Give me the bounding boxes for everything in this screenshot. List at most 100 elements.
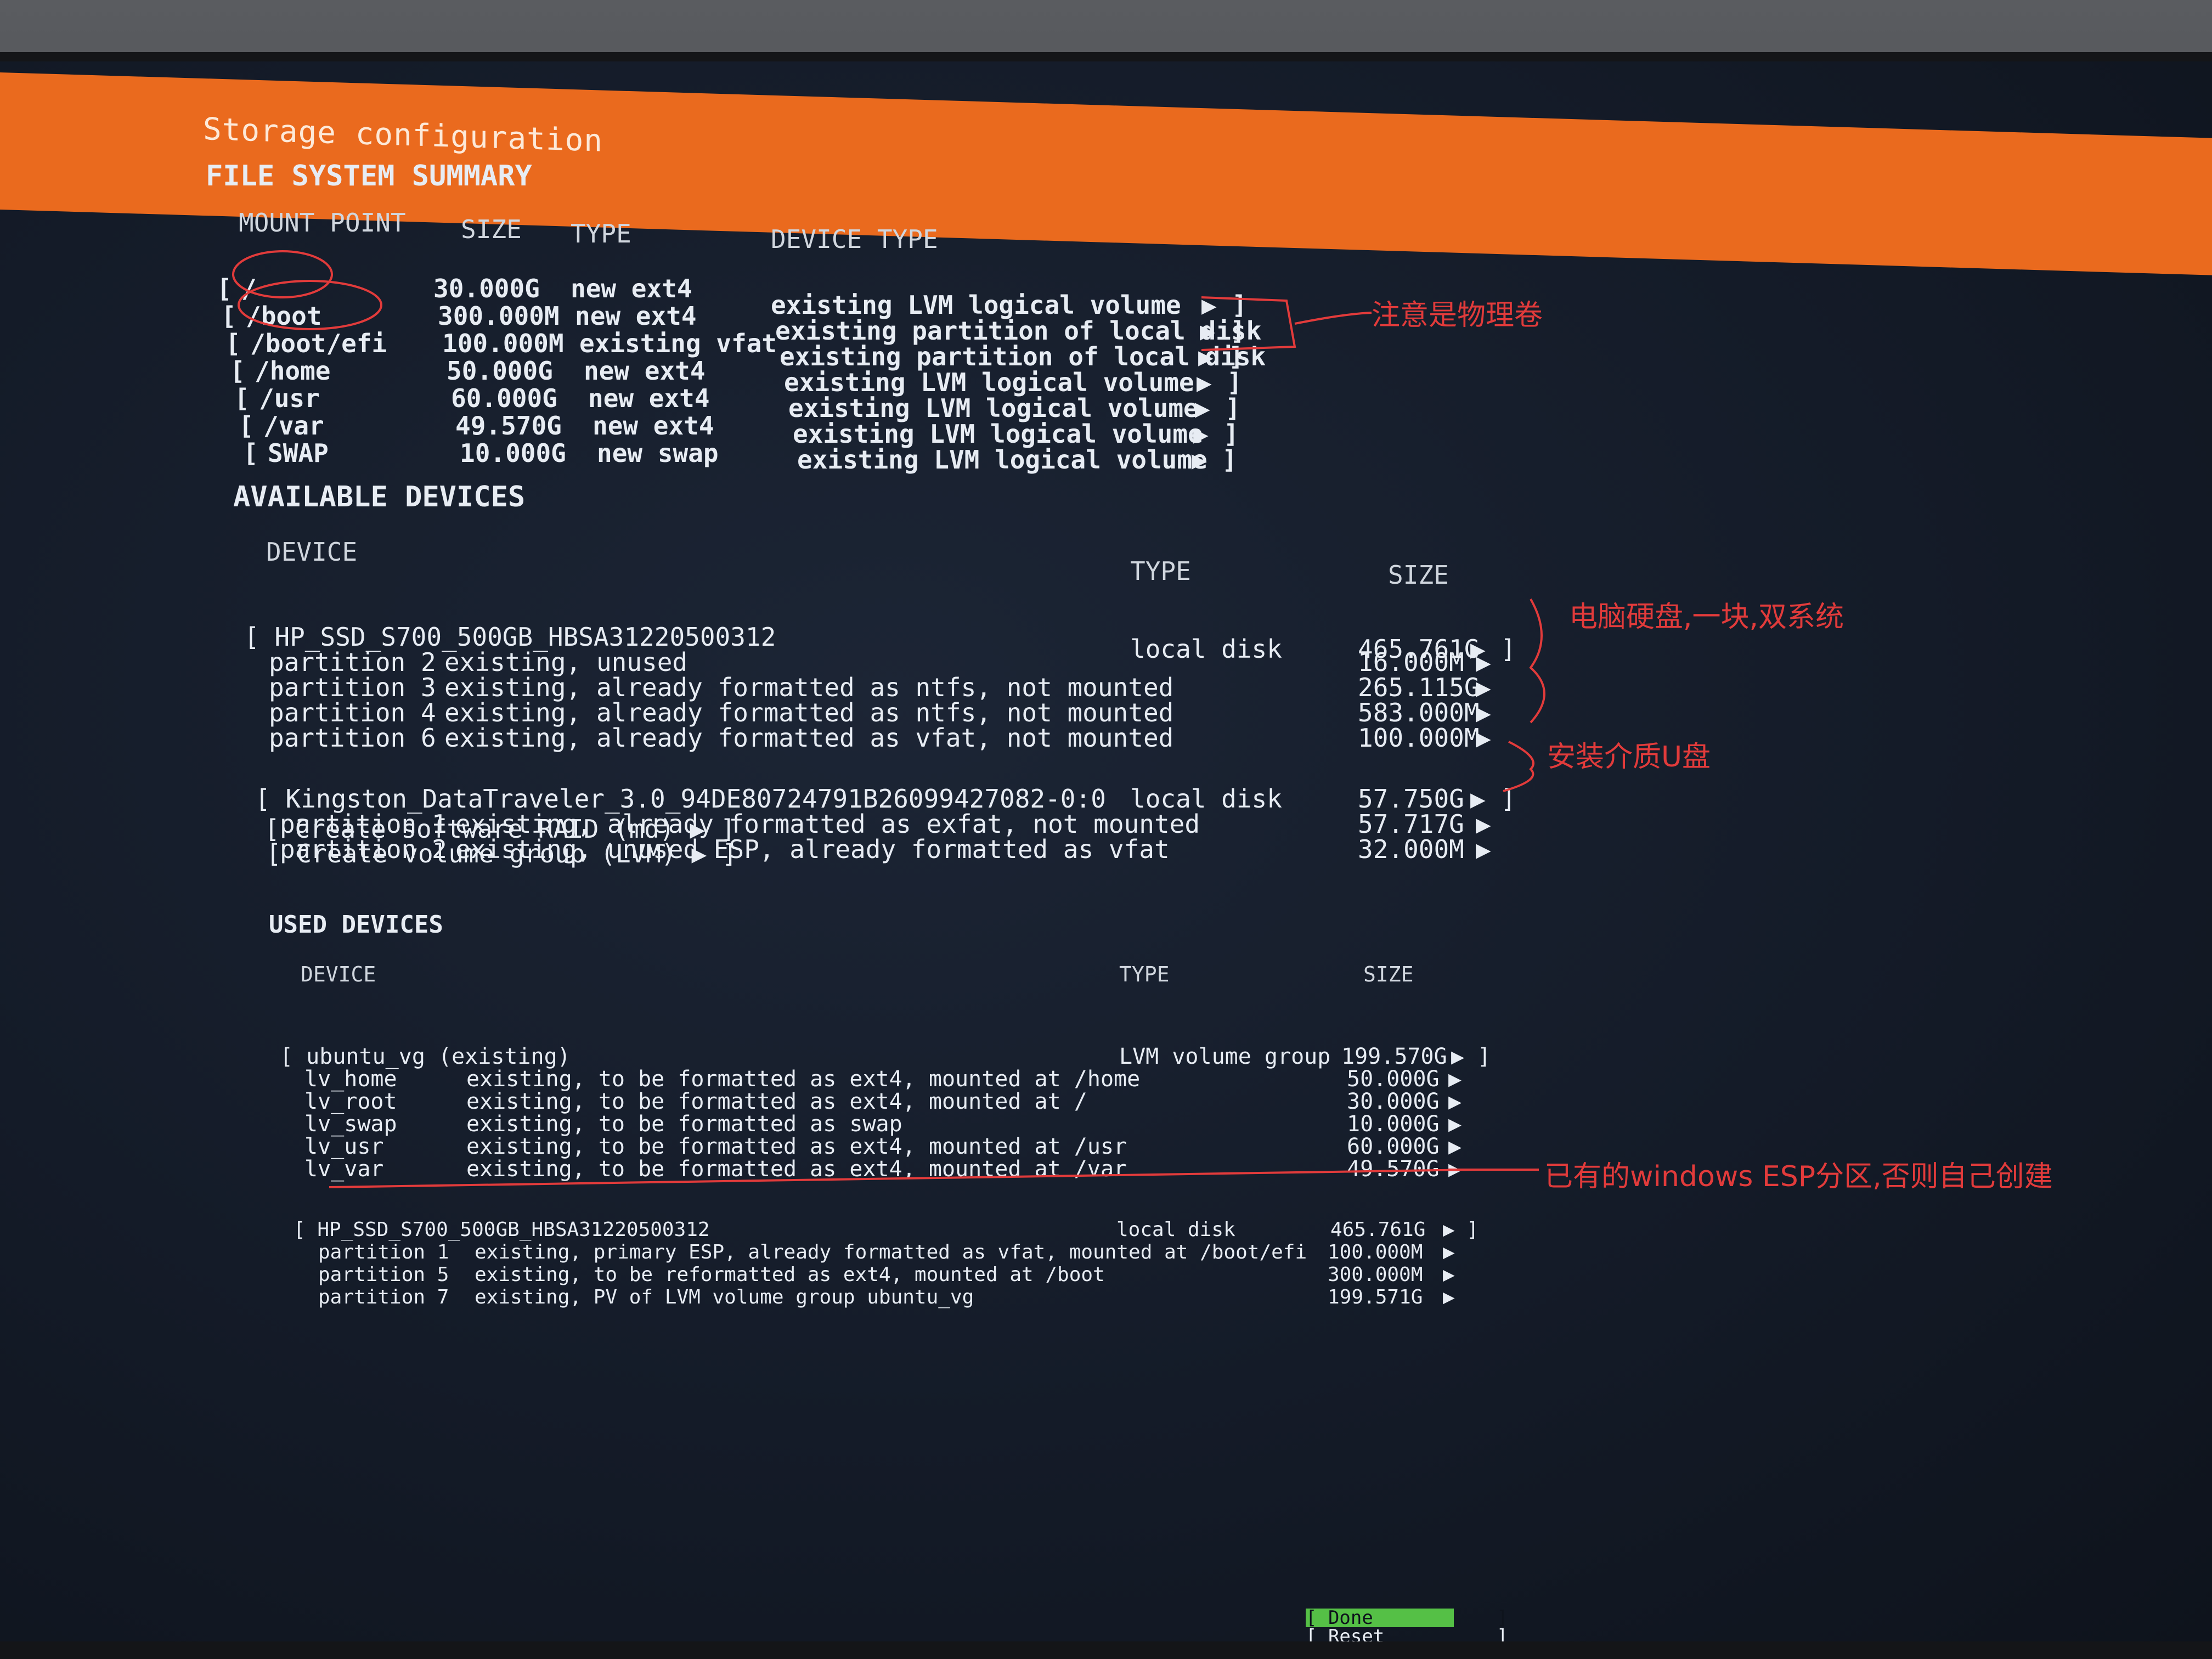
fs-type: new swap	[597, 438, 719, 468]
partition-desc: existing, already formatted as vfat, not…	[444, 723, 1174, 753]
annotation-existing-esp: 已有的windows ESP分区,否则自己创建	[1544, 1160, 2053, 1193]
item-desc: existing, to be formatted as ext4, mount…	[466, 1156, 1127, 1182]
partition-name: partition 6	[269, 723, 436, 753]
create-volume-group-button[interactable]: [ Create volume group (LVM) ▶ ]	[266, 840, 737, 867]
used-item-row[interactable]: lv_root existing, to be formatted as ext4…	[0, 1088, 1536, 1114]
item-size: 199.571G	[1328, 1286, 1423, 1308]
size-value: 100.000M	[442, 329, 564, 358]
partition-size: 583.000M	[1358, 698, 1480, 727]
item-name: partition 7	[318, 1286, 449, 1308]
size-value: 49.570G	[455, 411, 562, 441]
partition-size: 16.000M	[1358, 647, 1464, 677]
partition-row[interactable]: partition 4 existing, already formatted a…	[0, 699, 1536, 726]
partition-name: partition 3	[269, 673, 436, 702]
row-bracket: [	[217, 274, 232, 303]
fs-summary-heading: FILE SYSTEM SUMMARY	[206, 160, 532, 193]
disk-row[interactable]: [ HP_SSD_S700_500GB_HBSA31220500312 local…	[0, 624, 1536, 662]
size-value: 30.000G	[433, 274, 540, 303]
fs-summary-row[interactable]: [/usr 60.000G new ext4 existing LVM logical…	[0, 383, 1262, 421]
used-item-row[interactable]: partition 5 existing, to be reformatted a…	[0, 1262, 1536, 1286]
used-item-row[interactable]: lv_usr existing, to be formatted as ext4,…	[0, 1133, 1536, 1159]
fs-type: new ext4	[575, 301, 697, 331]
disk-name: [ Kingston_DataTraveler_3.0_94DE80724791…	[255, 784, 1106, 814]
row-bracket: [	[239, 411, 254, 441]
available-col-device: DEVICE	[266, 537, 358, 567]
fs-type: new ext4	[588, 383, 710, 413]
partition-row[interactable]: partition 6 existing, already formatted a…	[0, 725, 1536, 751]
annotation-physical-volume: 注意是物理卷	[1372, 299, 1543, 332]
partition-row[interactable]: partition 1 existing, already formatted a…	[0, 811, 1536, 837]
partition-row[interactable]: partition 2 existing, unused ESP, already…	[0, 836, 1536, 862]
installer-screen: Storage configuration FILE SYSTEM SUMMAR…	[0, 61, 2212, 1641]
done-button[interactable]: [ Done ]	[1306, 1609, 1508, 1627]
partition-desc: existing, already formatted as ntfs, not…	[444, 673, 1174, 702]
partition-name: partition 4	[269, 698, 436, 727]
col-mount-point: MOUNT POINT	[239, 208, 406, 238]
create-raid-button[interactable]: [ Create software RAID (md) ▶ ]	[264, 816, 736, 842]
row-bracket: [	[225, 329, 241, 358]
row-arrow: ▶	[1448, 1156, 1462, 1182]
available-heading: AVAILABLE DEVICES	[233, 481, 526, 514]
used-item-row[interactable]: lv_home existing, to be formatted as ext4…	[0, 1066, 1536, 1092]
fs-type: new ext4	[571, 274, 692, 303]
mount-point: /usr	[259, 383, 320, 413]
row-arrow: ▶	[1476, 673, 1491, 702]
fs-type: new ext4	[592, 411, 714, 441]
fs-summary-row[interactable]: [/30.000G new ext4 existing LVM logical vo…	[0, 274, 1262, 318]
fs-summary-row[interactable]: [ SWAP 10.000G new swap existing LVM logical…	[0, 438, 1262, 473]
annotation-computer-disk: 电脑硬盘,一块,双系统	[1569, 601, 1844, 634]
row-bracket: [	[221, 301, 236, 331]
used-item-row[interactable]: lv_var existing, to be formatted as ext4,…	[0, 1156, 1536, 1182]
window-title: Storage configuration	[203, 111, 603, 159]
partition-size: 32.000M	[1358, 834, 1464, 864]
row-arrow: ▶ ]	[1192, 445, 1238, 475]
fs-type: existing vfat	[579, 329, 777, 358]
row-arrow: ▶	[1476, 698, 1491, 727]
size-value: 50.000G	[447, 356, 553, 386]
fs-summary-row[interactable]: [/home 50.000G new ext4 existing LVM logica…	[0, 356, 1262, 396]
mount-point: /boot/efi	[250, 329, 387, 358]
row-arrow: ▶ ]	[1470, 784, 1516, 814]
disk-size: 57.750G	[1358, 784, 1464, 814]
row-bracket: [	[234, 383, 250, 413]
used-item-row[interactable]: partition 1 existing, primary ESP, alread…	[0, 1239, 1536, 1263]
used-item-row[interactable]: partition 7 existing, PV of LVM volume gr…	[0, 1284, 1536, 1308]
row-bracket: [	[243, 438, 258, 468]
col-type: TYPE	[571, 219, 631, 249]
fs-summary-row[interactable]: [/boot 300.000M new ext4 existing partition…	[0, 301, 1262, 344]
mount-point: /var	[263, 411, 324, 441]
reset-button[interactable]: [ Reset ]	[1306, 1627, 1508, 1641]
row-arrow: ▶	[1476, 647, 1491, 677]
col-size: SIZE	[461, 215, 522, 244]
item-desc: existing, PV of LVM volume group ubuntu_…	[475, 1286, 974, 1308]
used-item-row[interactable]: lv_swap existing, to be formatted as swap…	[0, 1111, 1536, 1137]
row-bracket: [	[230, 356, 245, 386]
mount-point: /home	[255, 356, 331, 386]
used-group-row[interactable]: [ HP_SSD_S700_500GB_HBSA31220500312 local…	[0, 1217, 1536, 1241]
annotation-install-usb: 安装介质U盘	[1547, 741, 1711, 774]
row-arrow: ▶	[1476, 809, 1491, 839]
mount-point: /	[241, 274, 257, 303]
size-value: 10.000G	[460, 438, 566, 468]
used-group-row[interactable]: [ ubuntu_vg (existing) LVM volume group 19…	[0, 1043, 1536, 1069]
device-type: existing LVM logical volume	[797, 445, 1207, 475]
used-heading: USED DEVICES	[269, 911, 443, 939]
row-arrow: ▶	[1476, 723, 1491, 753]
row-arrow: ▶	[1476, 834, 1491, 864]
item-name: lv_var	[304, 1156, 384, 1182]
partition-size: 265.115G	[1358, 673, 1480, 702]
item-size: 49.570G	[1347, 1156, 1440, 1182]
partition-row[interactable]: partition 2 existing, unused 16.000M ▶	[0, 649, 1536, 675]
available-col-size: SIZE	[1388, 560, 1449, 590]
mount-point: /boot	[246, 301, 322, 331]
col-device-type: DEVICE TYPE	[771, 224, 938, 254]
partition-row[interactable]: partition 3 existing, already formatted a…	[0, 674, 1536, 701]
partition-desc: existing, already formatted as ntfs, not…	[444, 698, 1174, 727]
disk-type: local disk	[1130, 784, 1282, 814]
size-value: 300.000M	[438, 301, 560, 331]
partition-size: 100.000M	[1358, 723, 1480, 753]
mount-point: SWAP	[268, 438, 329, 468]
fs-summary-row[interactable]: [/boot/efi 100.000M existing vfat existing …	[0, 329, 1266, 370]
disk-row[interactable]: [ Kingston_DataTraveler_3.0_94DE80724791…	[0, 786, 1536, 812]
fs-summary-row[interactable]: [/var 49.570G new ext4 existing LVM logical…	[0, 411, 1262, 447]
